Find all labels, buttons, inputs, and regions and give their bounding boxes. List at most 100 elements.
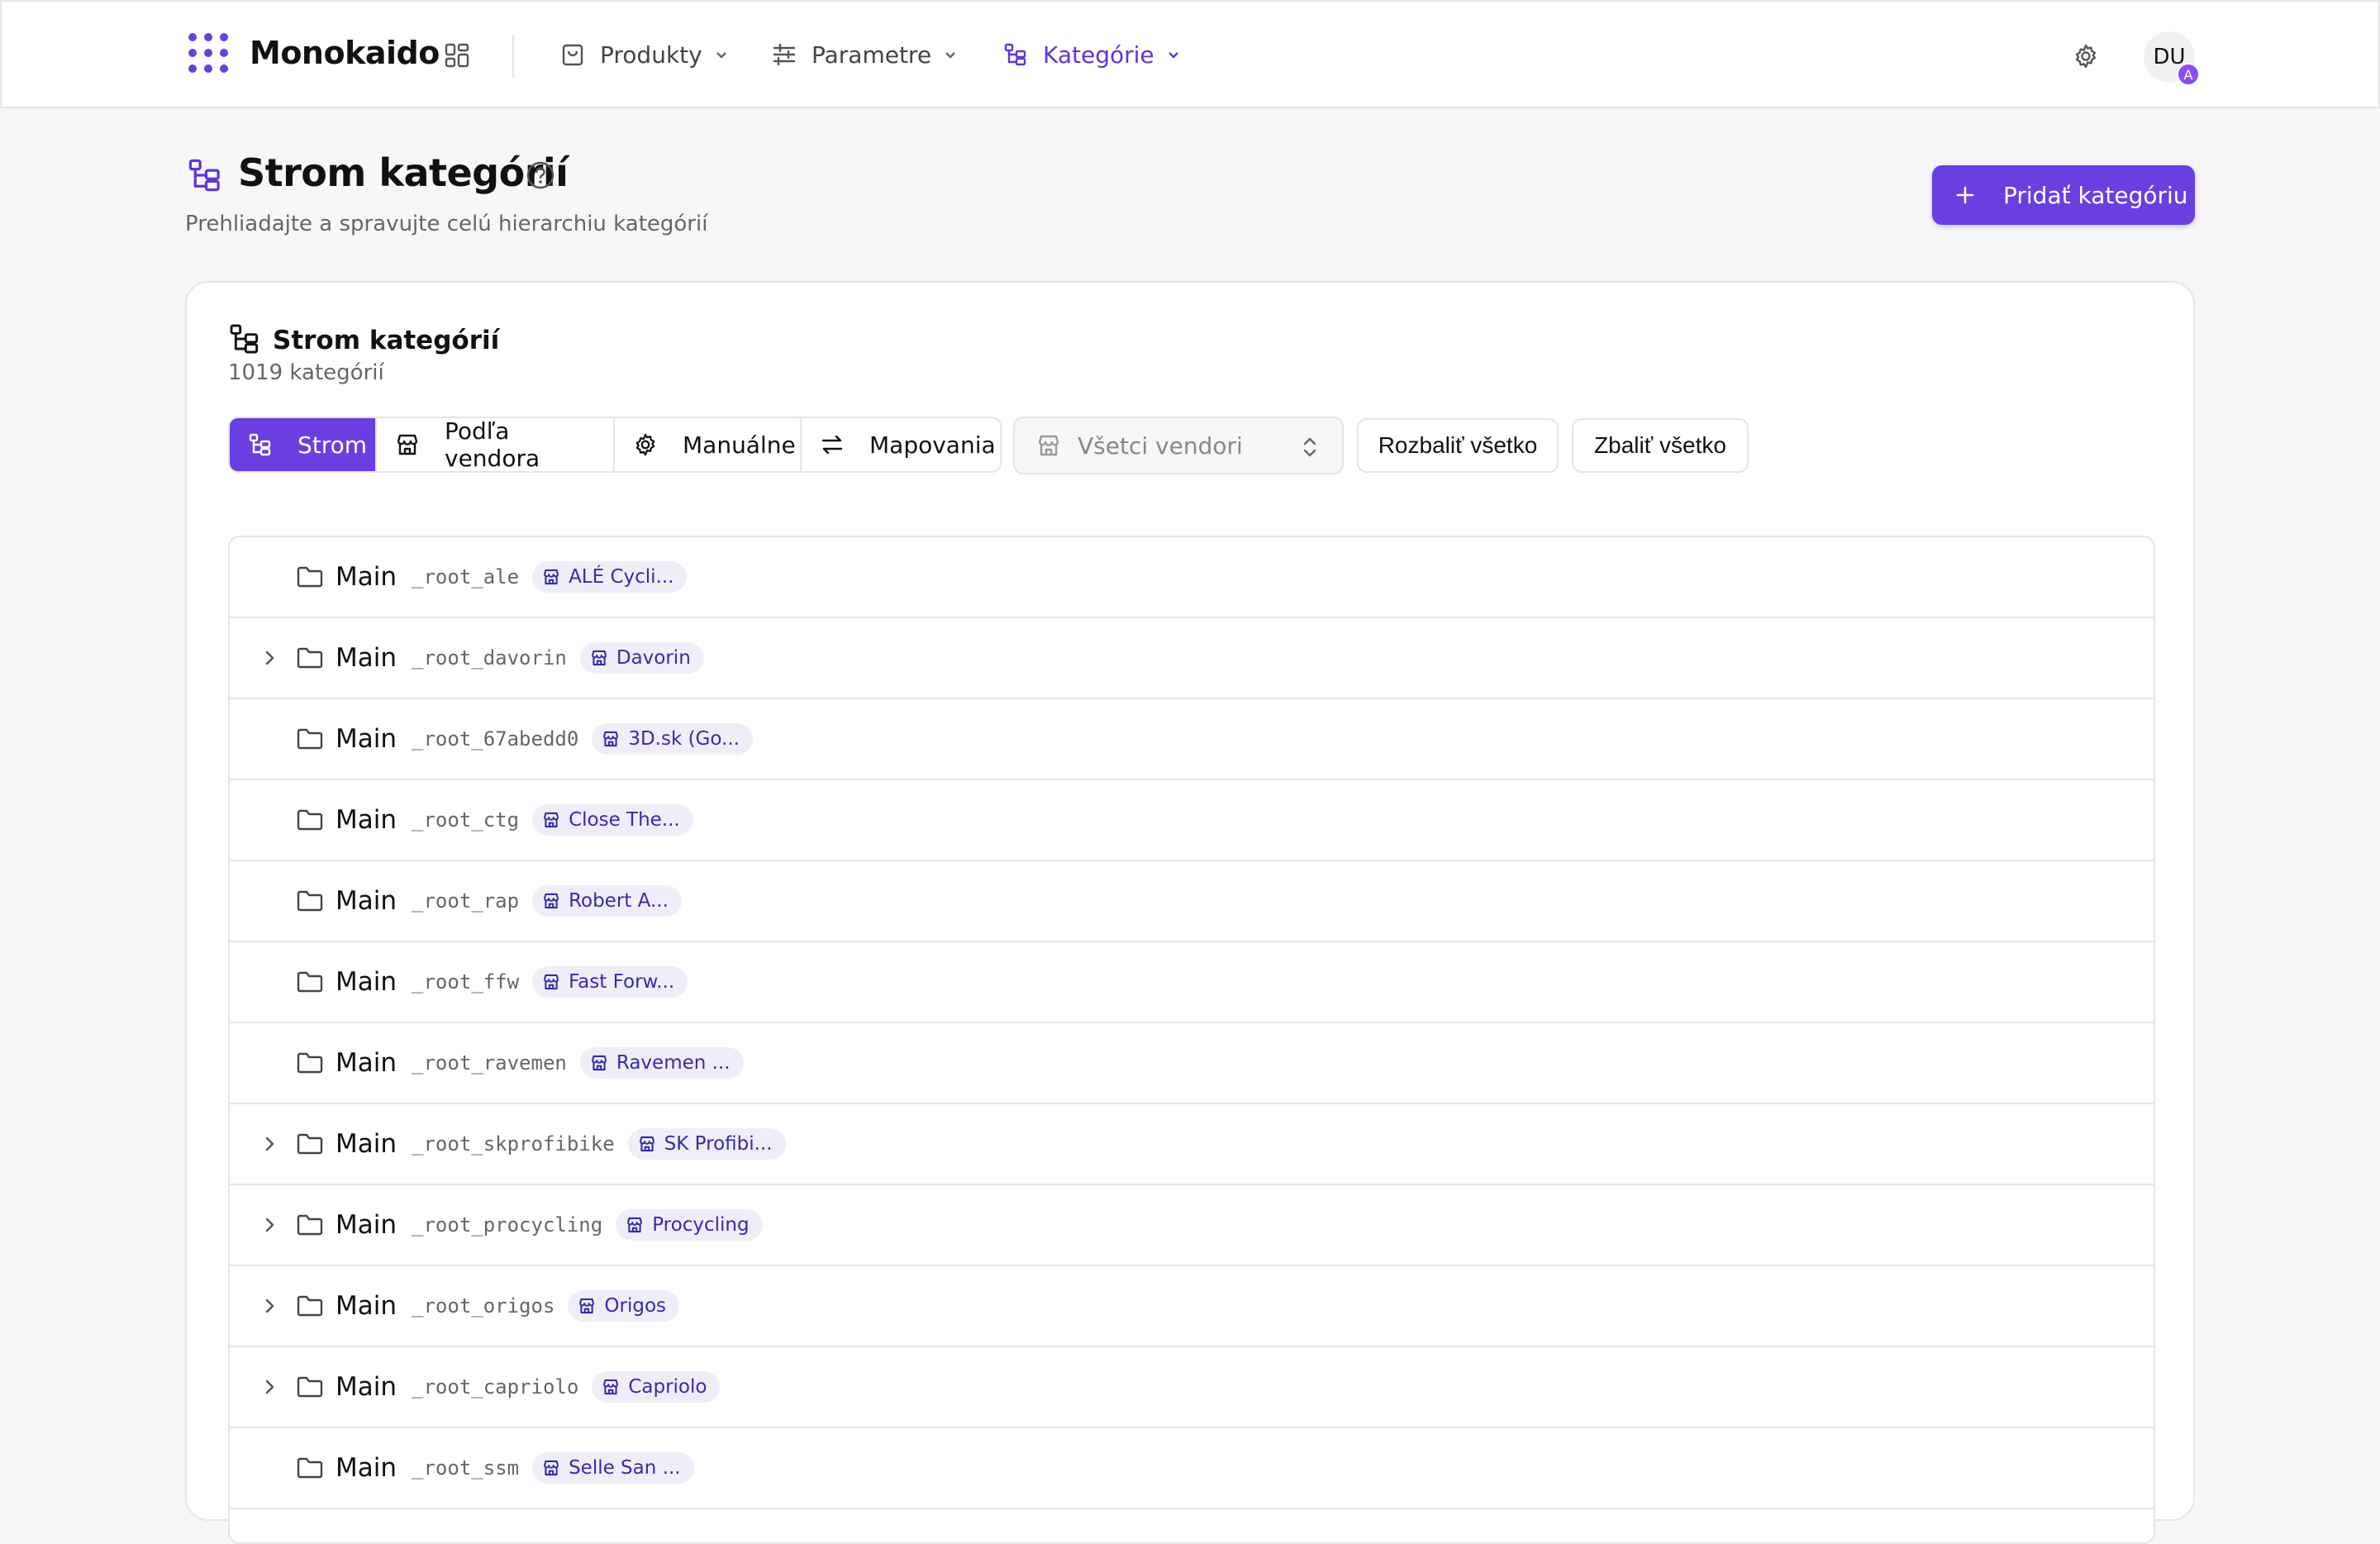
store-icon	[626, 1216, 644, 1234]
chevron-right-icon[interactable]	[259, 1134, 279, 1154]
brand-name: Monokaido	[250, 35, 440, 71]
tab-label: Strom	[298, 431, 368, 459]
tab-manualne[interactable]: Manuálne	[615, 418, 802, 471]
tree-row-3[interactable]: Main _root_ctg Close The...	[230, 780, 2154, 861]
tree-row-content: Main _root_davorin Davorin	[336, 618, 704, 698]
category-name: Main	[336, 1210, 397, 1240]
nav-item-produkty[interactable]: Produkty	[560, 36, 729, 73]
category-code: _root_ale	[412, 565, 520, 589]
chevron-down-icon	[1166, 47, 1181, 62]
tree-icon	[248, 432, 273, 457]
tree-row-10[interactable]: Main _root_capriolo Capriolo	[230, 1347, 2154, 1428]
vendor-name: ALÉ Cycli...	[569, 566, 674, 588]
expand-all-button[interactable]: Rozbaliť všetko	[1357, 418, 1559, 473]
tree-row-4[interactable]: Main _root_rap Robert A...	[230, 861, 2154, 942]
tree-row-2[interactable]: Main _root_67abedd0 3D.sk (Go...	[230, 699, 2154, 780]
folder-icon	[296, 969, 324, 995]
nav-divider	[512, 35, 514, 78]
help-circle-icon[interactable]	[526, 160, 555, 190]
chevron-down-icon	[714, 47, 729, 62]
chevron-right-icon[interactable]	[259, 1215, 279, 1235]
folder-icon	[296, 1293, 324, 1319]
vendor-filter-select[interactable]: Všetci vendori	[1013, 417, 1344, 474]
category-count: 1019 kategórií	[228, 360, 384, 385]
tab-label: Mapovania	[869, 431, 996, 459]
tree-row-0[interactable]: Main _root_ale ALÉ Cycli...	[230, 537, 2154, 618]
plus-icon	[1955, 185, 1975, 205]
vendor-badge: Close The...	[532, 804, 693, 836]
tree-row-6[interactable]: Main _root_ravemen Ravemen ...	[230, 1023, 2154, 1104]
tree-row-content: Main _root_procycling Procycling	[336, 1185, 763, 1265]
vendor-name: Capriolo	[628, 1376, 707, 1398]
tab-mapovania[interactable]: Mapovania	[802, 418, 1000, 471]
vendor-name: Close The...	[569, 809, 680, 831]
store-icon	[542, 568, 560, 586]
category-code: _root_davorin	[412, 646, 567, 670]
vendor-badge: Origos	[568, 1290, 680, 1322]
category-code: _root_skprofibike	[412, 1132, 615, 1156]
store-icon	[602, 730, 620, 748]
vendor-select-placeholder: Všetci vendori	[1078, 431, 1243, 460]
nav-item-kategorie[interactable]: Kategórie	[1003, 36, 1181, 73]
store-icon	[395, 432, 420, 457]
brand-logo[interactable]: Monokaido	[188, 33, 440, 73]
add-category-label: Pridať kategóriu	[2003, 181, 2188, 209]
tree-row-9[interactable]: Main _root_origos Origos	[230, 1266, 2154, 1347]
folder-icon	[296, 726, 324, 752]
vendor-name: SK Profibi...	[664, 1133, 773, 1155]
settings-gear-icon[interactable]	[2073, 43, 2099, 69]
collapse-all-button[interactable]: Zbaliť všetko	[1572, 418, 1749, 473]
chevron-right-icon[interactable]	[259, 1377, 279, 1397]
nav-label-kategorie: Kategórie	[1043, 41, 1154, 69]
tree-row-content: Main _root_ffw Fast Forw...	[336, 942, 688, 1022]
folder-icon	[296, 888, 324, 914]
tree-row-content: Main _root_origos Origos	[336, 1266, 680, 1346]
category-name: Main	[336, 562, 397, 592]
tab-podla-vendora[interactable]: Podľa vendora	[377, 418, 615, 471]
tab-strom[interactable]: Strom	[230, 418, 377, 471]
category-name: Main	[336, 1129, 397, 1159]
category-tree-card: Strom kategórií 1019 kategórií Strom Pod…	[185, 281, 2195, 1544]
avatar-role-badge: A	[2177, 63, 2200, 86]
tree-icon	[228, 322, 261, 355]
vendor-badge: Robert A...	[532, 885, 682, 917]
category-name: Main	[336, 886, 397, 916]
vendor-name: Fast Forw...	[569, 971, 675, 993]
apps-grid-icon[interactable]	[445, 43, 469, 68]
tree-row-content: Main _root_ctg Close The...	[336, 780, 693, 860]
vendor-badge: ALÉ Cycli...	[532, 561, 688, 593]
view-mode-tabs: Strom Podľa vendora Manuálne Mapovania	[228, 417, 1002, 473]
category-name: Main	[336, 805, 397, 835]
category-name: Main	[336, 1048, 397, 1078]
tree-row-content: Main _root_skprofibike SK Profibi...	[336, 1104, 786, 1184]
tree-row-7[interactable]: Main _root_skprofibike SK Profibi...	[230, 1104, 2154, 1185]
category-tree: Main _root_ale ALÉ Cycli... Main _root_d…	[228, 536, 2155, 1544]
store-icon	[542, 1459, 560, 1477]
add-category-button[interactable]: Pridať kategóriu	[1932, 165, 2195, 225]
vendor-badge: Capriolo	[592, 1371, 721, 1403]
chevron-up-down-icon	[1299, 435, 1321, 460]
category-code: _root_capriolo	[412, 1375, 579, 1399]
category-code: _root_ravemen	[412, 1051, 567, 1075]
folder-icon	[296, 1050, 324, 1076]
category-code: _root_origos	[412, 1294, 555, 1318]
chevron-right-icon[interactable]	[259, 1296, 279, 1316]
folder-icon	[296, 1131, 324, 1157]
vendor-name: Origos	[604, 1295, 667, 1317]
tab-label: Podľa vendora	[445, 417, 540, 472]
vendor-badge: Fast Forw...	[532, 966, 688, 998]
category-name: Main	[336, 643, 397, 673]
category-code: _root_rap	[412, 889, 520, 913]
tree-row-5[interactable]: Main _root_ffw Fast Forw...	[230, 942, 2154, 1023]
category-code: _root_procycling	[412, 1213, 603, 1237]
chevron-right-icon[interactable]	[259, 648, 279, 668]
tree-row-11[interactable]: Main _root_ssm Selle San ...	[230, 1428, 2154, 1509]
tree-row-content: Main _root_capriolo Capriolo	[336, 1347, 721, 1427]
nav-item-parametre[interactable]: Parametre	[772, 36, 958, 73]
category-code: _root_67abedd0	[412, 727, 579, 751]
vendor-name: Selle San ...	[569, 1457, 681, 1479]
tree-row-8[interactable]: Main _root_procycling Procycling	[230, 1185, 2154, 1266]
tree-row-1[interactable]: Main _root_davorin Davorin	[230, 618, 2154, 699]
vendor-badge: 3D.sk (Go...	[592, 723, 753, 755]
folder-icon	[296, 645, 324, 671]
